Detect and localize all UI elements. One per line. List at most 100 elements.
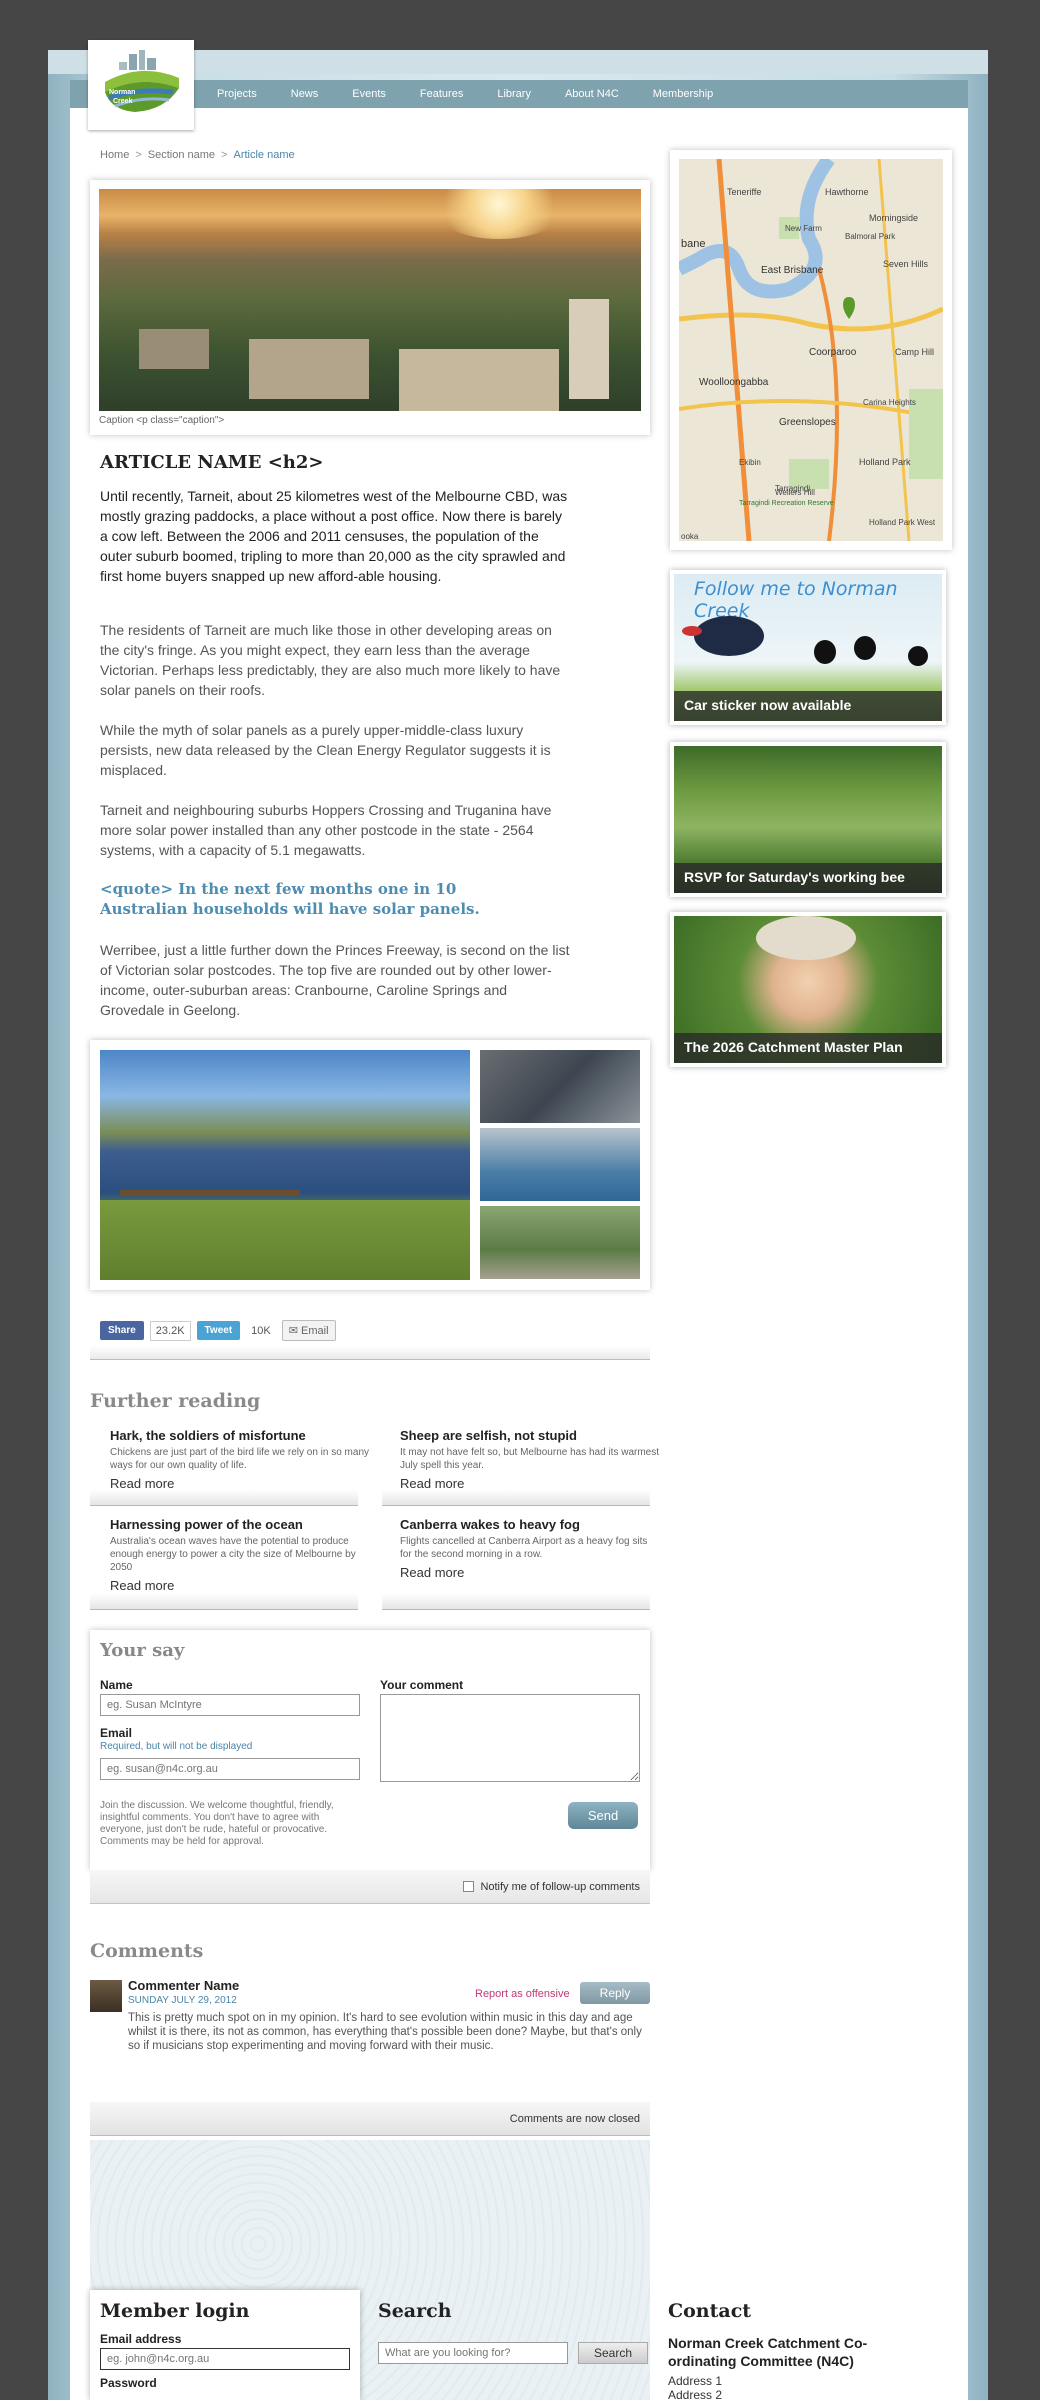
svg-text:Ekibin: Ekibin — [739, 458, 761, 467]
comment-date: SUNDAY JULY 29, 2012 — [128, 1995, 237, 2006]
read-more-link[interactable]: Read more — [400, 1476, 660, 1491]
grass-shape — [100, 1200, 470, 1280]
login-email-input[interactable] — [100, 2348, 350, 2370]
svg-text:ooka: ooka — [681, 532, 699, 541]
bird-beak-shape — [682, 626, 702, 636]
breadcrumb-current: Article name — [233, 149, 295, 161]
read-more-link[interactable]: Read more — [110, 1476, 370, 1491]
catchment-map[interactable]: Teneriffe Hawthorne Morningside New Farm… — [679, 159, 943, 541]
swamphen-bird-icon — [694, 616, 764, 656]
further-reading-item[interactable]: Hark, the soldiers of misfortune Chicken… — [110, 1428, 370, 1491]
svg-text:bane: bane — [681, 238, 705, 250]
further-reading-item-summary: Australia's ocean waves have the potenti… — [110, 1536, 356, 1573]
article-paragraph: While the myth of solar panels as a pure… — [100, 722, 551, 778]
org-name: Norman Creek Catchment Co-ordinating Com… — [668, 2335, 868, 2369]
address-line-2: Address 2 — [668, 2388, 723, 2400]
login-email-label: Email address — [100, 2332, 182, 2346]
contact-title: Contact — [668, 2300, 752, 2322]
promo-car-sticker[interactable]: Follow me to Norman Creek Car sticker no… — [670, 570, 946, 725]
promo-label: RSVP for Saturday's working bee — [674, 863, 942, 893]
svg-text:Tarragindi Recreation Reserve: Tarragindi Recreation Reserve — [739, 500, 834, 507]
comments-closed-bar: Comments are now closed — [90, 2102, 650, 2136]
article-paragraph: Werribee, just a little further down the… — [100, 942, 570, 1018]
svg-text:Balmoral Park: Balmoral Park — [845, 232, 896, 241]
footer-contact: Contact Norman Creek Catchment Co-ordina… — [668, 2300, 918, 2400]
comment-text: This is pretty much spot on in my opinio… — [128, 2012, 642, 2052]
gallery-main-photo[interactable] — [100, 1050, 470, 1280]
send-button[interactable]: Send — [568, 1802, 638, 1829]
nav-item-membership[interactable]: Membership — [653, 88, 714, 100]
hero-caption: Caption <p class="caption"> — [99, 415, 225, 426]
further-reading-item-summary: Chickens are just part of the bird life … — [110, 1447, 370, 1471]
svg-text:East Brisbane: East Brisbane — [761, 265, 824, 276]
svg-text:Camp Hill: Camp Hill — [895, 347, 934, 357]
svg-text:Holland Park West: Holland Park West — [869, 518, 936, 527]
article-title: ARTICLE NAME <h2> — [100, 452, 324, 473]
member-login-title: Member login — [100, 2300, 250, 2322]
email-required-note: Required, but will not be displayed — [100, 1741, 253, 1752]
facebook-share-button[interactable]: Share — [100, 1321, 144, 1340]
nav-item-news[interactable]: News — [291, 88, 319, 100]
promo-master-plan[interactable]: The 2026 Catchment Master Plan — [670, 912, 946, 1067]
further-reading-item-title: Harnessing power of the ocean — [110, 1517, 303, 1532]
read-more-link[interactable]: Read more — [110, 1578, 370, 1593]
nav-item-events[interactable]: Events — [352, 88, 386, 100]
main-nav: Projects News Events Features Library Ab… — [70, 80, 968, 108]
hero-photo — [99, 189, 641, 411]
breadcrumb-separator: > — [221, 149, 228, 161]
divider — [382, 1594, 650, 1610]
search-title: Search — [378, 2300, 452, 2322]
tweet-button[interactable]: Tweet — [196, 1321, 241, 1340]
report-offensive-link[interactable]: Report as offensive — [475, 1988, 570, 2000]
reply-button[interactable]: Reply — [580, 1982, 650, 2004]
further-reading-item[interactable]: Canberra wakes to heavy fog Flights canc… — [400, 1517, 660, 1580]
svg-text:Carina Heights: Carina Heights — [863, 398, 916, 407]
further-reading-item[interactable]: Sheep are selfish, not stupid It may not… — [400, 1428, 660, 1491]
address-line-1: Address 1 — [668, 2374, 723, 2388]
search-button[interactable]: Search — [578, 2342, 648, 2364]
nav-item-about[interactable]: About N4C — [565, 88, 619, 100]
email-share-button[interactable]: ✉ Email — [281, 1320, 336, 1341]
gallery-thumb[interactable] — [480, 1206, 640, 1279]
promo-working-bee[interactable]: RSVP for Saturday's working bee — [670, 742, 946, 897]
fence-shape — [120, 1190, 300, 1196]
breadcrumb-section[interactable]: Section name — [148, 149, 215, 161]
svg-text:Norman: Norman — [109, 89, 135, 96]
notify-checkbox[interactable] — [463, 1881, 475, 1892]
chick-silhouette-icon — [814, 640, 836, 664]
further-reading-item-title: Canberra wakes to heavy fog — [400, 1517, 580, 1532]
breadcrumb-home[interactable]: Home — [100, 149, 129, 161]
image-gallery — [90, 1040, 650, 1290]
nav-item-library[interactable]: Library — [497, 88, 531, 100]
gallery-thumb[interactable] — [480, 1128, 640, 1201]
comment-textarea[interactable] — [380, 1694, 640, 1782]
search-input[interactable] — [378, 2342, 568, 2364]
further-reading-item[interactable]: Harnessing power of the ocean Australia'… — [110, 1517, 370, 1593]
svg-text:Creek: Creek — [113, 98, 133, 105]
email-share-label: Email — [301, 1325, 329, 1337]
svg-text:Greenslopes: Greenslopes — [779, 417, 836, 428]
gallery-thumb[interactable] — [480, 1050, 640, 1123]
further-reading-item-title: Sheep are selfish, not stupid — [400, 1428, 577, 1443]
email-input[interactable] — [100, 1758, 360, 1780]
avatar — [90, 1980, 122, 2012]
article-paragraph: The residents of Tarneit are much like t… — [100, 622, 561, 698]
building-shape — [249, 339, 369, 399]
divider — [382, 1490, 650, 1506]
read-more-link[interactable]: Read more — [400, 1565, 660, 1580]
divider — [90, 1594, 358, 1610]
nav-item-features[interactable]: Features — [420, 88, 463, 100]
promo-image: Follow me to Norman Creek Car sticker no… — [674, 574, 942, 721]
nav-item-projects[interactable]: Projects — [217, 88, 257, 100]
hero-image-card: Caption <p class="caption"> — [90, 180, 650, 435]
name-input[interactable] — [100, 1694, 360, 1716]
site-logo[interactable]: Norman Creek — [88, 40, 194, 130]
your-say-title: Your say — [100, 1640, 185, 1661]
building-shape — [139, 329, 209, 369]
hat-shape — [756, 916, 856, 960]
map-graphic: Teneriffe Hawthorne Morningside New Farm… — [679, 159, 943, 541]
svg-text:Holland Park: Holland Park — [859, 457, 911, 467]
login-password-label: Password — [100, 2376, 157, 2390]
article-paragraph: Tarneit and neighbouring suburbs Hoppers… — [100, 802, 552, 858]
svg-text:Coorparoo: Coorparoo — [809, 347, 857, 358]
